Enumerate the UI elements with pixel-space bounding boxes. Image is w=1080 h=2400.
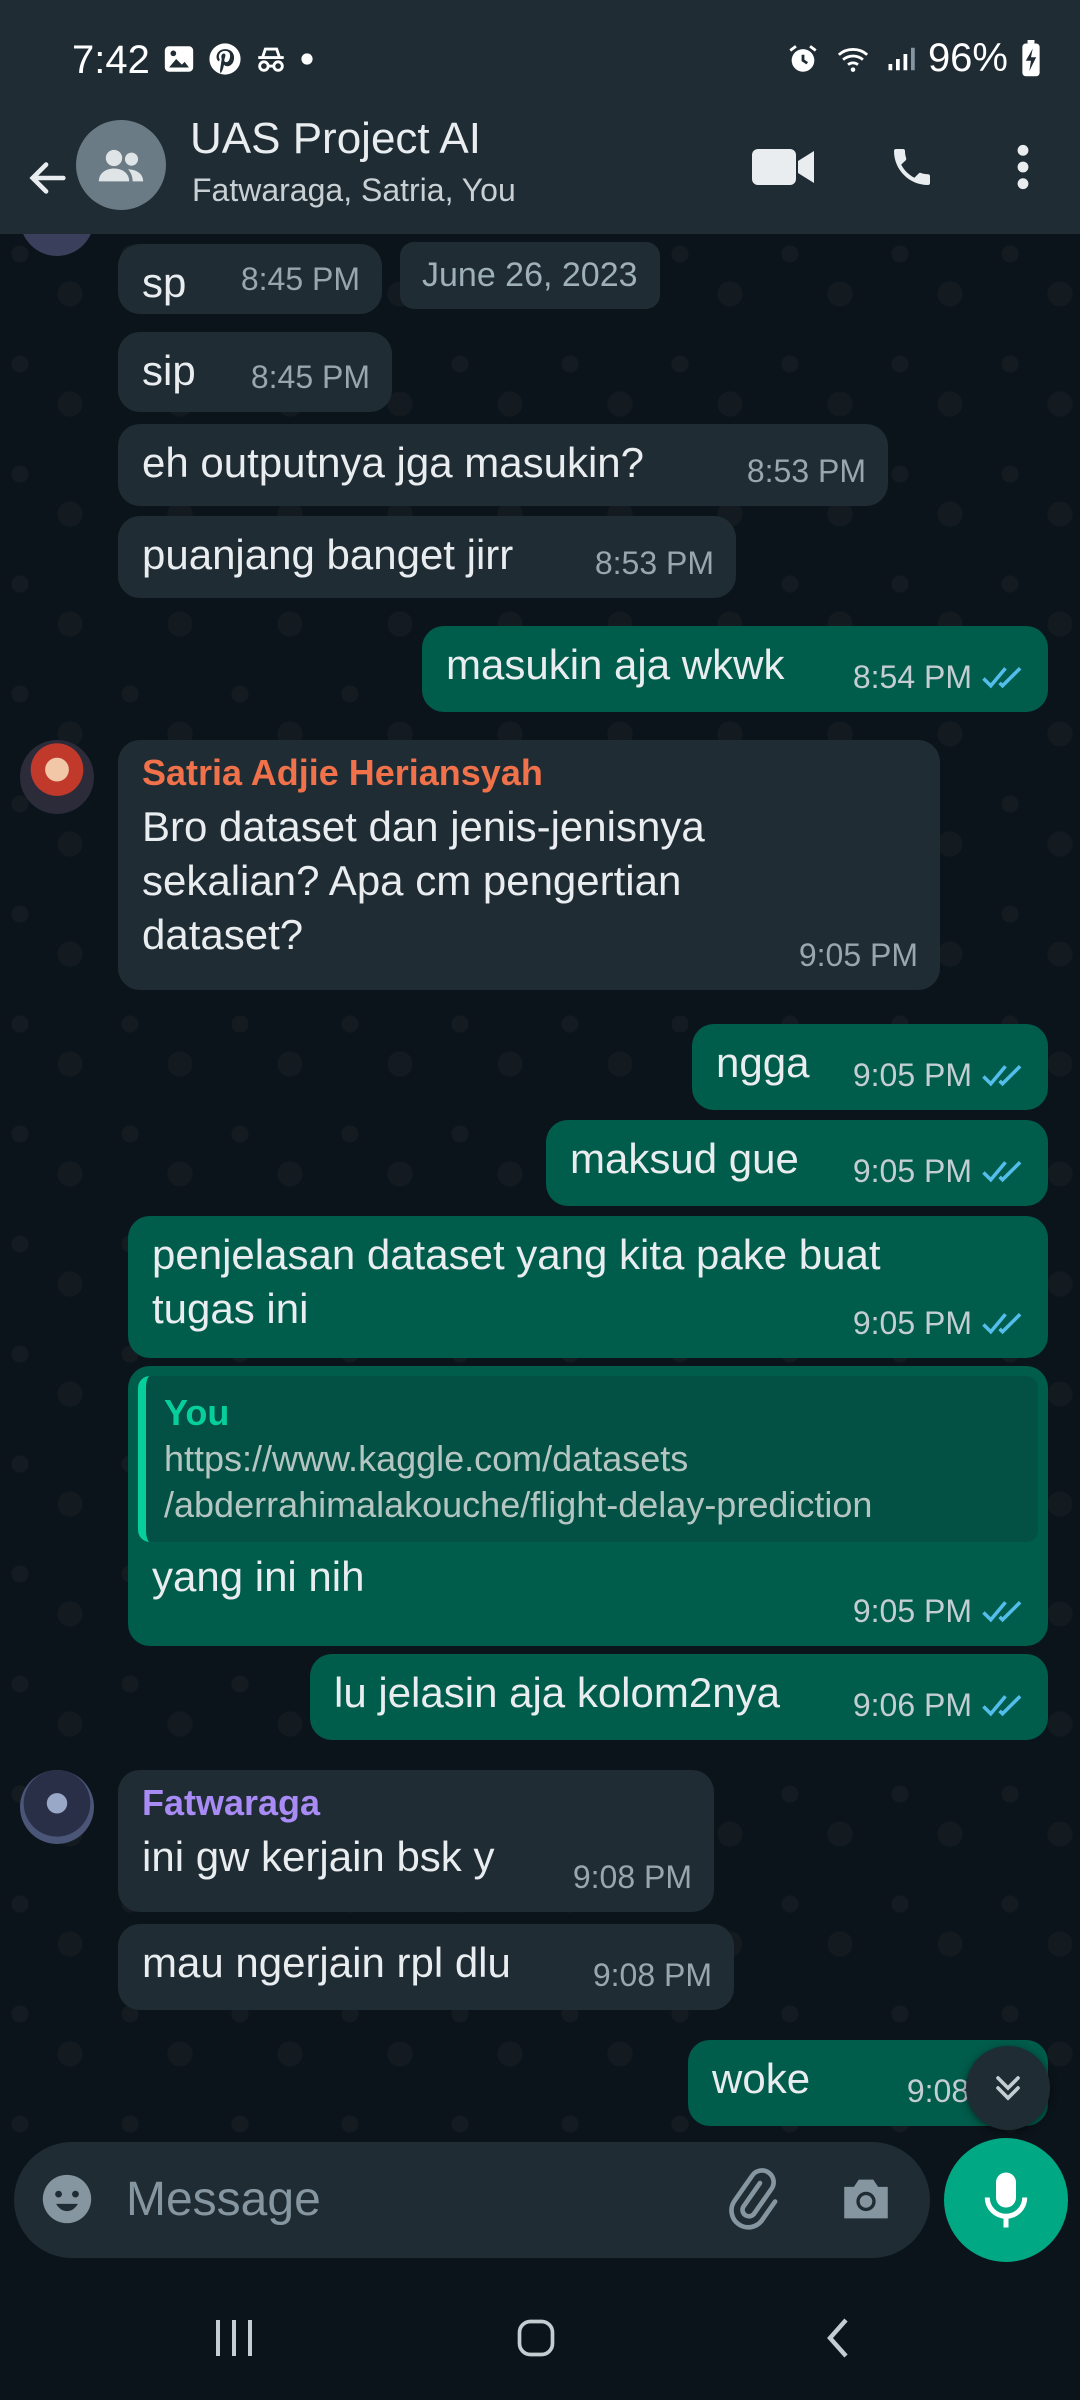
message-bubble-incoming[interactable]: sp 8:45 PM [118,244,382,314]
message-time: 9:05 PM [798,937,918,973]
message-text-line: sekalian? Apa cm pengertian [142,857,682,904]
message-text: maksud gue [570,1135,799,1182]
message-time: 8:53 PM [746,453,866,489]
voice-message-button[interactable] [944,2138,1068,2262]
voice-call-button[interactable] [880,132,944,202]
message-bubble-incoming[interactable]: Satria Adjie Heriansyah Bro dataset dan … [118,740,940,990]
message-text: ngga [716,1039,810,1086]
message-text: woke [712,2055,811,2102]
date-separator: June 26, 2023 [400,242,660,309]
message-time: 9:05 PM [853,1584,1026,1638]
message-bubble-incoming[interactable]: mau ngerjain rpl dlu 9:08 PM [118,1924,734,2010]
group-icon [98,149,144,182]
battery-percentage: 96% [927,36,1008,80]
pinterest-icon [209,43,241,75]
message-text: puanjang banget jirr [142,531,514,578]
message-time: 8:54 PM [853,650,1026,704]
emoji-icon [42,2174,92,2224]
sender-name[interactable]: Satria Adjie Heriansyah [142,750,916,796]
more-vertical-icon [1017,144,1029,190]
message-time: 9:08 PM [572,1859,692,1895]
message-bubble-outgoing[interactable]: masukin aja wkwk 8:54 PM [422,626,1048,712]
message-bubble-incoming[interactable]: eh outputnya jga masukin? 8:53 PM [118,424,888,506]
message-time: 8:45 PM [240,261,360,297]
double-chevron-down-icon [996,2076,1020,2101]
message-bubble-outgoing[interactable]: maksud gue 9:05 PM [546,1120,1048,1206]
quoted-text-line: https://www.kaggle.com/datasets [164,1438,689,1479]
read-ticks-icon [982,666,1022,689]
read-ticks-icon [982,1064,1022,1087]
message-text: mau ngerjain rpl dlu [142,1939,511,1986]
system-navigation-bar [0,2270,1080,2400]
wifi-icon [837,47,869,72]
alarm-icon [789,44,817,72]
camera-button[interactable] [836,2170,896,2233]
message-bubble-incoming[interactable]: puanjang banget jirr 8:53 PM [118,516,736,598]
message-time: 9:05 PM [853,1144,1026,1198]
message-time: 9:05 PM [853,1048,1026,1102]
message-text: lu jelasin aja kolom2nya [334,1669,780,1716]
read-ticks-icon [982,1694,1022,1717]
message-text: sp [142,259,187,306]
quoted-message[interactable]: You https://www.kaggle.com/datasets /abd… [138,1376,1038,1542]
arrow-left-icon [29,162,66,194]
message-composer: Message [14,2142,930,2258]
message-bubble-outgoing[interactable]: lu jelasin aja kolom2nya 9:06 PM [310,1654,1048,1740]
message-time: 9:06 PM [853,1678,1026,1732]
read-ticks-icon [982,1312,1022,1335]
chat-messages[interactable]: sp 8:45 PM June 26, 2023 sip 8:45 PM eh … [0,234,1080,2134]
dot-icon [301,53,313,65]
message-text: sip [142,347,196,394]
video-camera-icon [752,149,814,185]
recent-apps-button[interactable] [184,2298,284,2378]
message-text: eh outputnya jga masukin? [142,439,645,486]
phone-icon [894,149,930,185]
message-text-line: penjelasan dataset yang kita pake buat [152,1231,881,1278]
chevron-left-icon [827,2318,848,2358]
read-ticks-icon [982,1160,1022,1183]
chat-header: UAS Project AI Fatwaraga, Satria, You [0,114,1080,234]
message-bubble-outgoing[interactable]: You https://www.kaggle.com/datasets /abd… [128,1366,1048,1646]
message-time: 9:05 PM [853,1296,1026,1350]
avatar[interactable] [20,740,94,814]
status-bar: 7:42 96% [0,0,1080,120]
quoted-text-line: /abderrahimalakouche/flight-delay-predic… [164,1484,873,1525]
video-call-button[interactable] [746,132,822,202]
scroll-to-bottom-button[interactable] [966,2046,1050,2130]
gallery-icon [164,46,194,72]
recent-apps-icon [216,2320,252,2356]
message-bubble-incoming[interactable]: sip 8:45 PM [118,332,392,412]
chat-participants[interactable]: Fatwaraga, Satria, You [192,172,516,209]
incognito-icon [258,47,284,72]
back-button[interactable] [18,138,78,218]
message-time: 8:45 PM [250,359,370,395]
emoji-button[interactable] [38,2170,96,2233]
message-bubble-outgoing[interactable]: ngga 9:05 PM [692,1024,1048,1110]
back-nav-button[interactable] [788,2298,888,2378]
group-avatar[interactable] [76,120,166,210]
chat-title[interactable]: UAS Project AI [190,114,481,164]
more-options-button[interactable] [1000,132,1046,202]
read-ticks-icon [982,1600,1022,1623]
avatar[interactable] [20,1770,94,1844]
home-icon [517,2319,555,2357]
quoted-sender: You [164,1392,230,1433]
battery-charging-icon [1022,39,1040,76]
message-bubble-incoming[interactable]: Fatwaraga ini gw kerjain bsk y 9:08 PM [118,1770,714,1912]
status-time: 7:42 [72,38,150,82]
message-input[interactable]: Message [126,2172,321,2227]
message-text-line: Bro dataset dan jenis-jenisnya [142,803,705,850]
signal-icon [888,47,915,70]
message-time: 8:53 PM [594,545,714,581]
sender-name[interactable]: Fatwaraga [142,1780,690,1826]
paperclip-icon [729,2168,778,2230]
home-button[interactable] [486,2298,586,2378]
camera-icon [844,2179,888,2219]
message-time: 9:08 PM [592,1957,712,1993]
message-bubble-outgoing[interactable]: penjelasan dataset yang kita pake buat t… [128,1216,1048,1358]
attach-button[interactable] [720,2168,782,2235]
message-text: masukin aja wkwk [446,641,785,688]
microphone-icon [984,2172,1028,2228]
